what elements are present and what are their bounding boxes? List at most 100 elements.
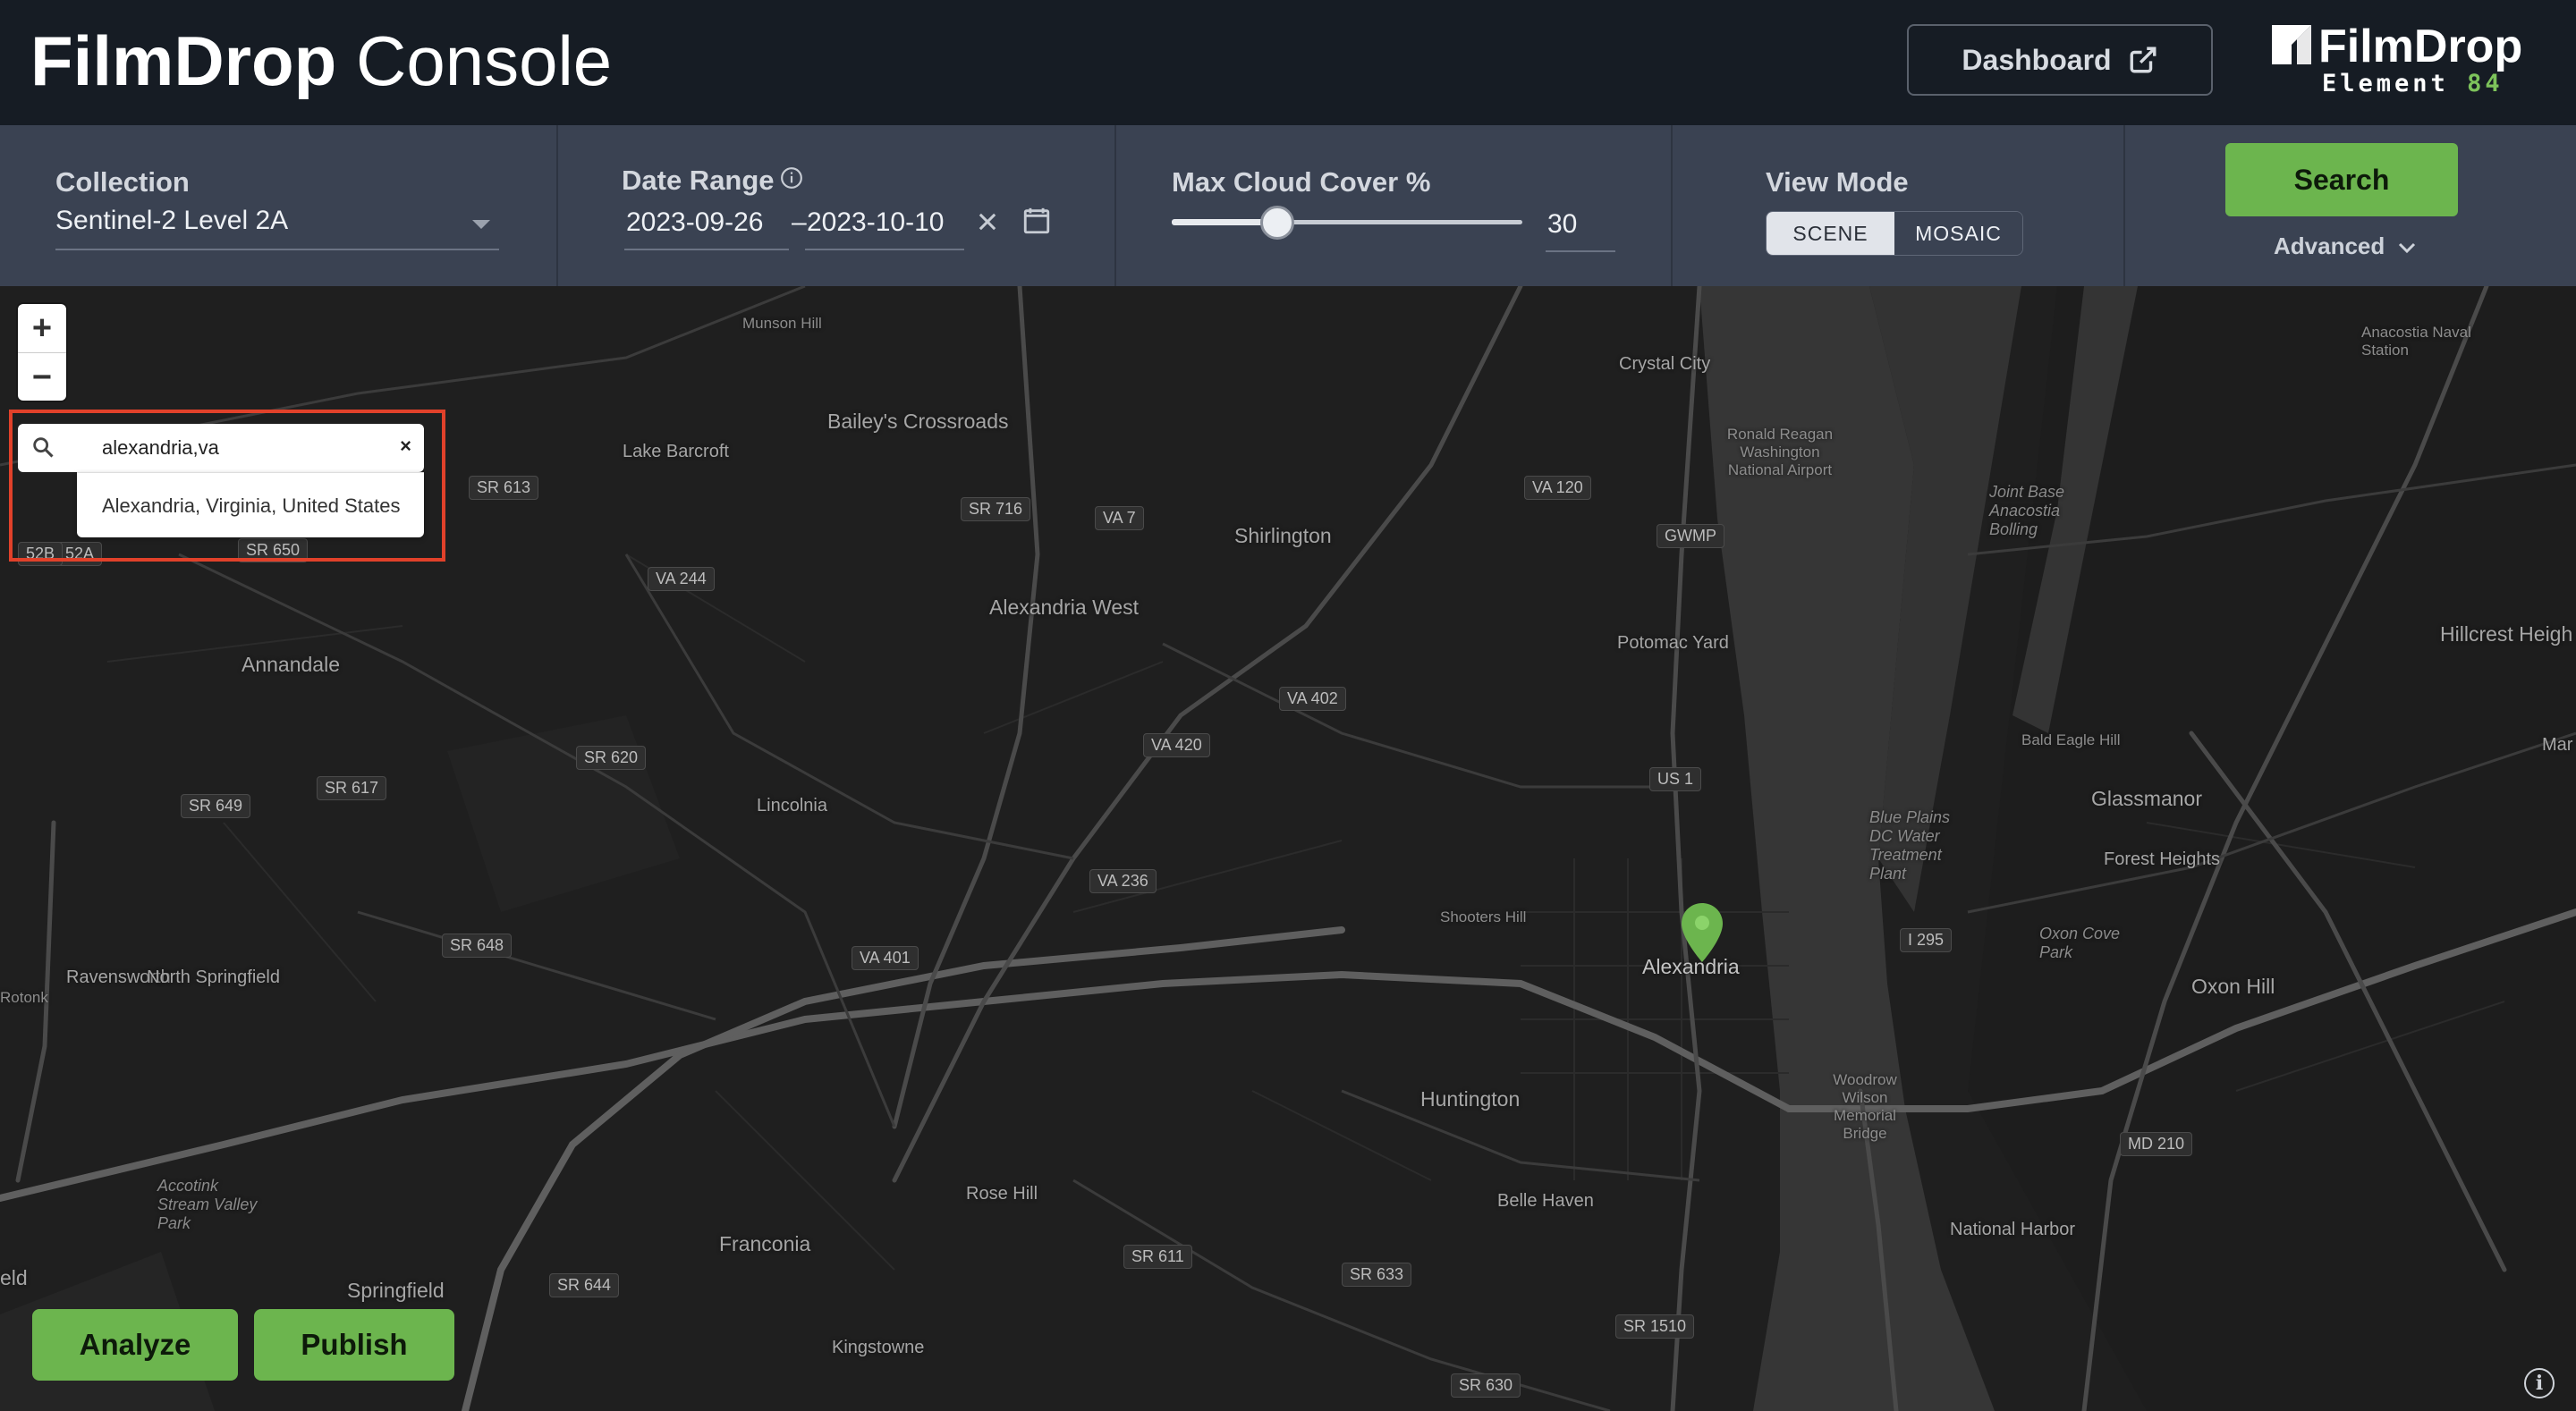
place-label: eld <box>0 1266 28 1289</box>
route-shield: SR 617 <box>317 776 387 800</box>
filmdrop-logo: FilmDrop Element 84 <box>2272 20 2558 100</box>
collection-underline <box>55 249 499 250</box>
place-label: Munson Hill <box>742 315 822 332</box>
clear-date-icon[interactable] <box>975 209 1000 234</box>
chevron-down-icon <box>472 220 490 229</box>
suggestion-text: Alexandria, Virginia, United States <box>102 494 401 517</box>
route-shield: GWMP <box>1657 524 1724 548</box>
place-label: Annandale <box>242 653 340 676</box>
place-label: Glassmanor <box>2091 787 2202 810</box>
search-icon <box>33 437 54 458</box>
place-label: Belle Haven <box>1497 1191 1594 1211</box>
date-end-field[interactable]: 2023-10-10 <box>805 206 964 252</box>
date-end-underline <box>805 249 964 250</box>
place-label: Shirlington <box>1234 524 1332 547</box>
cloud-value-field[interactable]: 30 <box>1546 207 1615 254</box>
place-label: Lincolnia <box>757 796 827 815</box>
place-label: Potomac Yard <box>1617 633 1729 653</box>
view-mode-label: View Mode <box>1766 166 1909 198</box>
logo-mark-icon <box>2272 25 2311 64</box>
route-shield: SR 649 <box>181 794 251 818</box>
date-start-field[interactable]: 2023-09-26 <box>624 206 789 252</box>
place-label: North Springfield <box>147 967 280 987</box>
route-shield: SR 1510 <box>1615 1314 1695 1339</box>
geocoder-input[interactable]: alexandria,va × <box>18 424 424 472</box>
place-label: Springfield <box>347 1279 445 1302</box>
viewmode-section <box>1673 125 2125 286</box>
route-shield: VA 401 <box>852 946 919 970</box>
place-label: National Harbor <box>1950 1220 2076 1239</box>
cloud-slider-thumb[interactable] <box>1259 206 1294 240</box>
logo-sub-text: Element <box>2322 70 2449 97</box>
chevron-down-icon <box>2398 242 2415 254</box>
route-shield: US 1 <box>1649 767 1702 791</box>
date-range-label: Date Range <box>622 165 775 196</box>
route-shield: MD 210 <box>2120 1132 2193 1156</box>
app-header: FilmDrop Console Dashboard FilmDrop Elem… <box>0 0 2576 125</box>
route-shield: VA 402 <box>1279 687 1346 711</box>
analyze-button[interactable]: Analyze <box>32 1309 238 1381</box>
place-label: Huntington <box>1420 1087 1521 1111</box>
place-label: Accotink Stream Valley Park <box>157 1177 258 1232</box>
date-info-icon[interactable] <box>780 166 803 190</box>
place-label: Kingstowne <box>832 1338 925 1357</box>
route-shield: SR 630 <box>1451 1373 1521 1398</box>
app-title: FilmDrop Console <box>30 16 612 106</box>
logo-sub: Element 84 <box>2322 70 2504 97</box>
place-label: Shooters Hill <box>1440 908 1527 925</box>
cloud-value: 30 <box>1547 209 1578 239</box>
geocoder-suggestion[interactable]: Alexandria, Virginia, United States <box>77 472 424 537</box>
route-shield: SR 648 <box>442 934 513 958</box>
advanced-label: Advanced <box>2274 232 2385 259</box>
collection-label: Collection <box>55 166 190 198</box>
cloud-section <box>1116 125 1673 286</box>
place-label: Franconia <box>719 1232 811 1255</box>
route-shield: SR 633 <box>1342 1263 1412 1287</box>
view-mode-scene[interactable]: SCENE <box>1767 212 1894 255</box>
place-label: Bailey's Crossroads <box>827 410 1009 433</box>
route-shield: SR 716 <box>961 497 1031 521</box>
zoom-out-button[interactable]: − <box>18 353 66 401</box>
publish-button[interactable]: Publish <box>254 1309 454 1381</box>
advanced-toggle[interactable]: Advanced <box>2274 232 2417 260</box>
route-shield: VA 236 <box>1089 869 1157 893</box>
place-label: Ronald Reagan Washington National Airpor… <box>1726 426 1834 478</box>
place-label: Oxon Cove Park <box>2039 925 2121 961</box>
place-label: Blue Plains DC Water Treatment Plant <box>1869 808 1951 883</box>
place-label: Oxon Hill <box>2191 975 2275 998</box>
route-shield: VA 420 <box>1143 733 1210 757</box>
zoom-in-button[interactable]: + <box>18 304 66 352</box>
attribution-info-icon[interactable]: i <box>2524 1368 2555 1398</box>
dashboard-label: Dashboard <box>1962 43 2112 76</box>
place-label: Lake Barcroft <box>623 442 729 461</box>
collection-select[interactable]: Sentinel-2 Level 2A <box>55 204 499 250</box>
clear-icon[interactable]: × <box>400 435 411 458</box>
date-start-value: 2023-09-26 <box>626 207 764 237</box>
place-label: Rotonk <box>0 989 48 1006</box>
place-label: Forest Heights <box>2104 849 2221 869</box>
search-button[interactable]: Search <box>2225 143 2458 216</box>
place-label: Crystal City <box>1619 354 1711 374</box>
route-shield: SR 620 <box>576 746 647 770</box>
place-label: Anacostia Naval Station <box>2361 324 2471 359</box>
date-end-value: 2023-10-10 <box>807 207 945 237</box>
logo-name: FilmDrop <box>2318 21 2523 72</box>
route-shield: VA 244 <box>648 567 715 591</box>
route-shield: SR 611 <box>1123 1245 1192 1269</box>
external-link-icon <box>2130 46 2157 73</box>
route-shield: VA 7 <box>1095 506 1144 530</box>
view-mode-mosaic[interactable]: MOSAIC <box>1894 212 2022 255</box>
place-label: Hillcrest Heigh <box>2440 622 2573 646</box>
dashboard-button[interactable]: Dashboard <box>1907 24 2213 96</box>
cloud-value-underline <box>1546 250 1615 252</box>
place-label: Rose Hill <box>966 1184 1038 1204</box>
cloud-cover-label: Max Cloud Cover % <box>1172 166 1431 198</box>
place-label: Woodrow Wilson Memorial Bridge <box>1833 1071 1897 1142</box>
route-shield: SR 644 <box>549 1273 620 1297</box>
route-shield: VA 120 <box>1524 476 1591 500</box>
logo-sub-number: 84 <box>2467 70 2504 97</box>
map-pin-icon[interactable] <box>1680 901 1724 964</box>
calendar-icon[interactable] <box>1021 206 1052 236</box>
collection-value: Sentinel-2 Level 2A <box>55 206 289 235</box>
place-label: Joint Base Anacostia Bolling <box>1989 483 2065 538</box>
